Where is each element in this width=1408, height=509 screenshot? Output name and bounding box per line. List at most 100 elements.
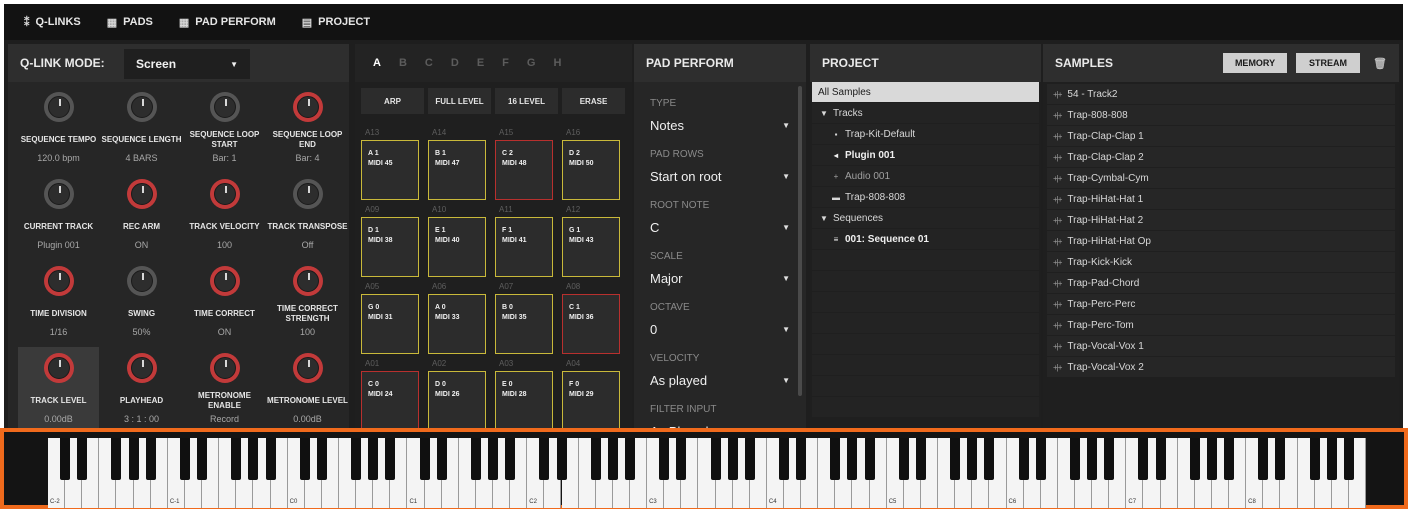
q-link-knob-cell[interactable]: SEQUENCE LENGTH 4 BARS [101, 86, 182, 173]
pad-button[interactable]: E 1 MIDI 40 [428, 217, 486, 277]
black-key[interactable] [265, 438, 276, 480]
black-key[interactable] [1070, 438, 1080, 480]
sample-list-item[interactable]: +|+ Trap-Vocal-Vox 2 [1047, 357, 1395, 377]
project-tree-item[interactable]: ◂ Plugin 001 [812, 145, 1039, 165]
top-tab-q-links[interactable]: ⁑ Q-LINKS [24, 16, 81, 29]
knob-icon[interactable] [126, 353, 157, 383]
sample-list-item[interactable]: +|+ 54 - Track2 [1047, 84, 1395, 104]
black-key[interactable] [197, 438, 208, 480]
pad-bank-e[interactable]: E [477, 57, 484, 69]
black-key[interactable] [1275, 438, 1286, 480]
black-key[interactable] [1138, 438, 1149, 480]
pad-perform-select-type[interactable]: Notes ▼ [650, 115, 790, 135]
sample-list-item[interactable]: +|+ Trap-HiHat-Hat Op [1047, 231, 1395, 251]
knob-icon[interactable] [292, 92, 323, 122]
q-link-knob-cell[interactable]: REC ARM ON [101, 173, 182, 260]
pad-button[interactable]: F 0 MIDI 29 [562, 371, 620, 431]
q-link-knob-cell[interactable]: CURRENT TRACK Plugin 001 [18, 173, 99, 260]
black-key[interactable] [1189, 438, 1200, 480]
black-key[interactable] [950, 438, 961, 480]
project-tree-item[interactable]: ≡ 001: Sequence 01 [812, 229, 1039, 249]
black-key[interactable] [915, 438, 926, 480]
black-key[interactable] [796, 438, 807, 480]
black-key[interactable] [1258, 438, 1269, 480]
pad-perform-select-octave[interactable]: 0 ▼ [650, 319, 790, 339]
black-key[interactable] [1206, 438, 1217, 480]
pad-bank-c[interactable]: C [425, 57, 433, 69]
pad-button[interactable]: D 1 MIDI 38 [361, 217, 419, 277]
knob-icon[interactable] [43, 179, 74, 209]
sample-list-item[interactable]: +|+ Trap-HiHat-Hat 1 [1047, 189, 1395, 209]
pad-button[interactable]: G 0 MIDI 31 [361, 294, 419, 354]
black-key[interactable] [864, 438, 875, 480]
top-tab-pad-perform[interactable]: ▦ PAD PERFORM [179, 16, 276, 29]
project-tree-item[interactable]: All Samples [812, 82, 1039, 102]
q-link-knob-cell[interactable]: TIME DIVISION 1/16 [18, 260, 99, 347]
stream-button[interactable]: STREAM [1296, 53, 1361, 73]
knob-icon[interactable] [209, 179, 240, 209]
black-key[interactable] [231, 438, 242, 480]
black-key[interactable] [488, 438, 499, 480]
16-level-button[interactable]: 16 LEVEL [495, 88, 558, 114]
sample-list-item[interactable]: +|+ Trap-HiHat-Hat 2 [1047, 210, 1395, 230]
pad-button[interactable]: F 1 MIDI 41 [495, 217, 553, 277]
sample-list-item[interactable]: +|+ Trap-Clap-Clap 1 [1047, 126, 1395, 146]
black-key[interactable] [590, 438, 601, 480]
top-tab-project[interactable]: ▤ PROJECT [302, 16, 370, 29]
sample-list-item[interactable]: +|+ Trap-808-808 [1047, 105, 1395, 125]
arp-button[interactable]: ARP [361, 88, 424, 114]
pad-button[interactable]: C 1 MIDI 36 [562, 294, 620, 354]
black-key[interactable] [1326, 438, 1337, 480]
top-tab-pads[interactable]: ▦ PADS [107, 16, 153, 29]
black-key[interactable] [505, 438, 516, 480]
black-key[interactable] [299, 438, 310, 480]
pad-perform-select-velocity[interactable]: As played ▼ [650, 370, 790, 390]
black-key[interactable] [710, 438, 721, 480]
pad-button[interactable]: G 1 MIDI 43 [562, 217, 620, 277]
black-key[interactable] [1104, 438, 1115, 480]
black-key[interactable] [984, 438, 995, 480]
trash-icon[interactable]: 🗑 [1373, 57, 1387, 70]
q-link-knob-cell[interactable]: TRACK VELOCITY 100 [184, 173, 265, 260]
black-key[interactable] [556, 438, 567, 480]
erase-button[interactable]: ERASE [562, 88, 625, 114]
pad-button[interactable]: E 0 MIDI 28 [495, 371, 553, 431]
pad-perform-select-root-note[interactable]: C ▼ [650, 217, 790, 237]
q-link-knob-cell[interactable]: TIME CORRECT STRENGTH 100 [267, 260, 348, 347]
black-key[interactable] [111, 438, 122, 480]
black-key[interactable] [419, 438, 430, 480]
knob-icon[interactable] [126, 92, 157, 122]
knob-icon[interactable] [292, 179, 323, 209]
black-key[interactable] [1155, 438, 1166, 480]
pad-bank-f[interactable]: F [502, 57, 509, 69]
q-link-knob-cell[interactable]: METRONOME ENABLE Record [184, 347, 265, 434]
pad-bank-h[interactable]: H [553, 57, 561, 69]
black-key[interactable] [368, 438, 379, 480]
sample-list-item[interactable]: +|+ Trap-Perc-Perc [1047, 294, 1395, 314]
q-link-mode-select[interactable]: Screen ▼ [124, 49, 250, 79]
black-key[interactable] [898, 438, 909, 480]
q-link-knob-cell[interactable]: SEQUENCE LOOP END Bar: 4 [267, 86, 348, 173]
pad-bank-g[interactable]: G [527, 57, 536, 69]
black-key[interactable] [727, 438, 738, 480]
black-key[interactable] [470, 438, 481, 480]
q-link-knob-cell[interactable]: SEQUENCE LOOP START Bar: 1 [184, 86, 265, 173]
pad-button[interactable]: C 2 MIDI 48 [495, 140, 553, 200]
pad-button[interactable]: A 0 MIDI 33 [428, 294, 486, 354]
black-key[interactable] [1035, 438, 1046, 480]
q-link-knob-cell[interactable]: TIME CORRECT ON [184, 260, 265, 347]
sample-list-item[interactable]: +|+ Trap-Pad-Chord [1047, 273, 1395, 293]
project-tree-item[interactable]: ▪ Trap-Kit-Default [812, 124, 1039, 144]
q-link-knob-cell[interactable]: SEQUENCE TEMPO 120.0 bpm [18, 86, 99, 173]
knob-icon[interactable] [209, 266, 240, 296]
pad-perform-select-scale[interactable]: Major ▼ [650, 268, 790, 288]
black-key[interactable] [1343, 438, 1354, 480]
knob-icon[interactable] [126, 266, 157, 296]
black-key[interactable] [1224, 438, 1235, 480]
pad-perform-select-pad-rows[interactable]: Start on root ▼ [650, 166, 790, 186]
black-key[interactable] [744, 438, 755, 480]
q-link-knob-cell[interactable]: SWING 50% [101, 260, 182, 347]
project-tree-item[interactable]: + Audio 001 [812, 166, 1039, 186]
black-key[interactable] [830, 438, 841, 480]
knob-icon[interactable] [209, 92, 240, 122]
